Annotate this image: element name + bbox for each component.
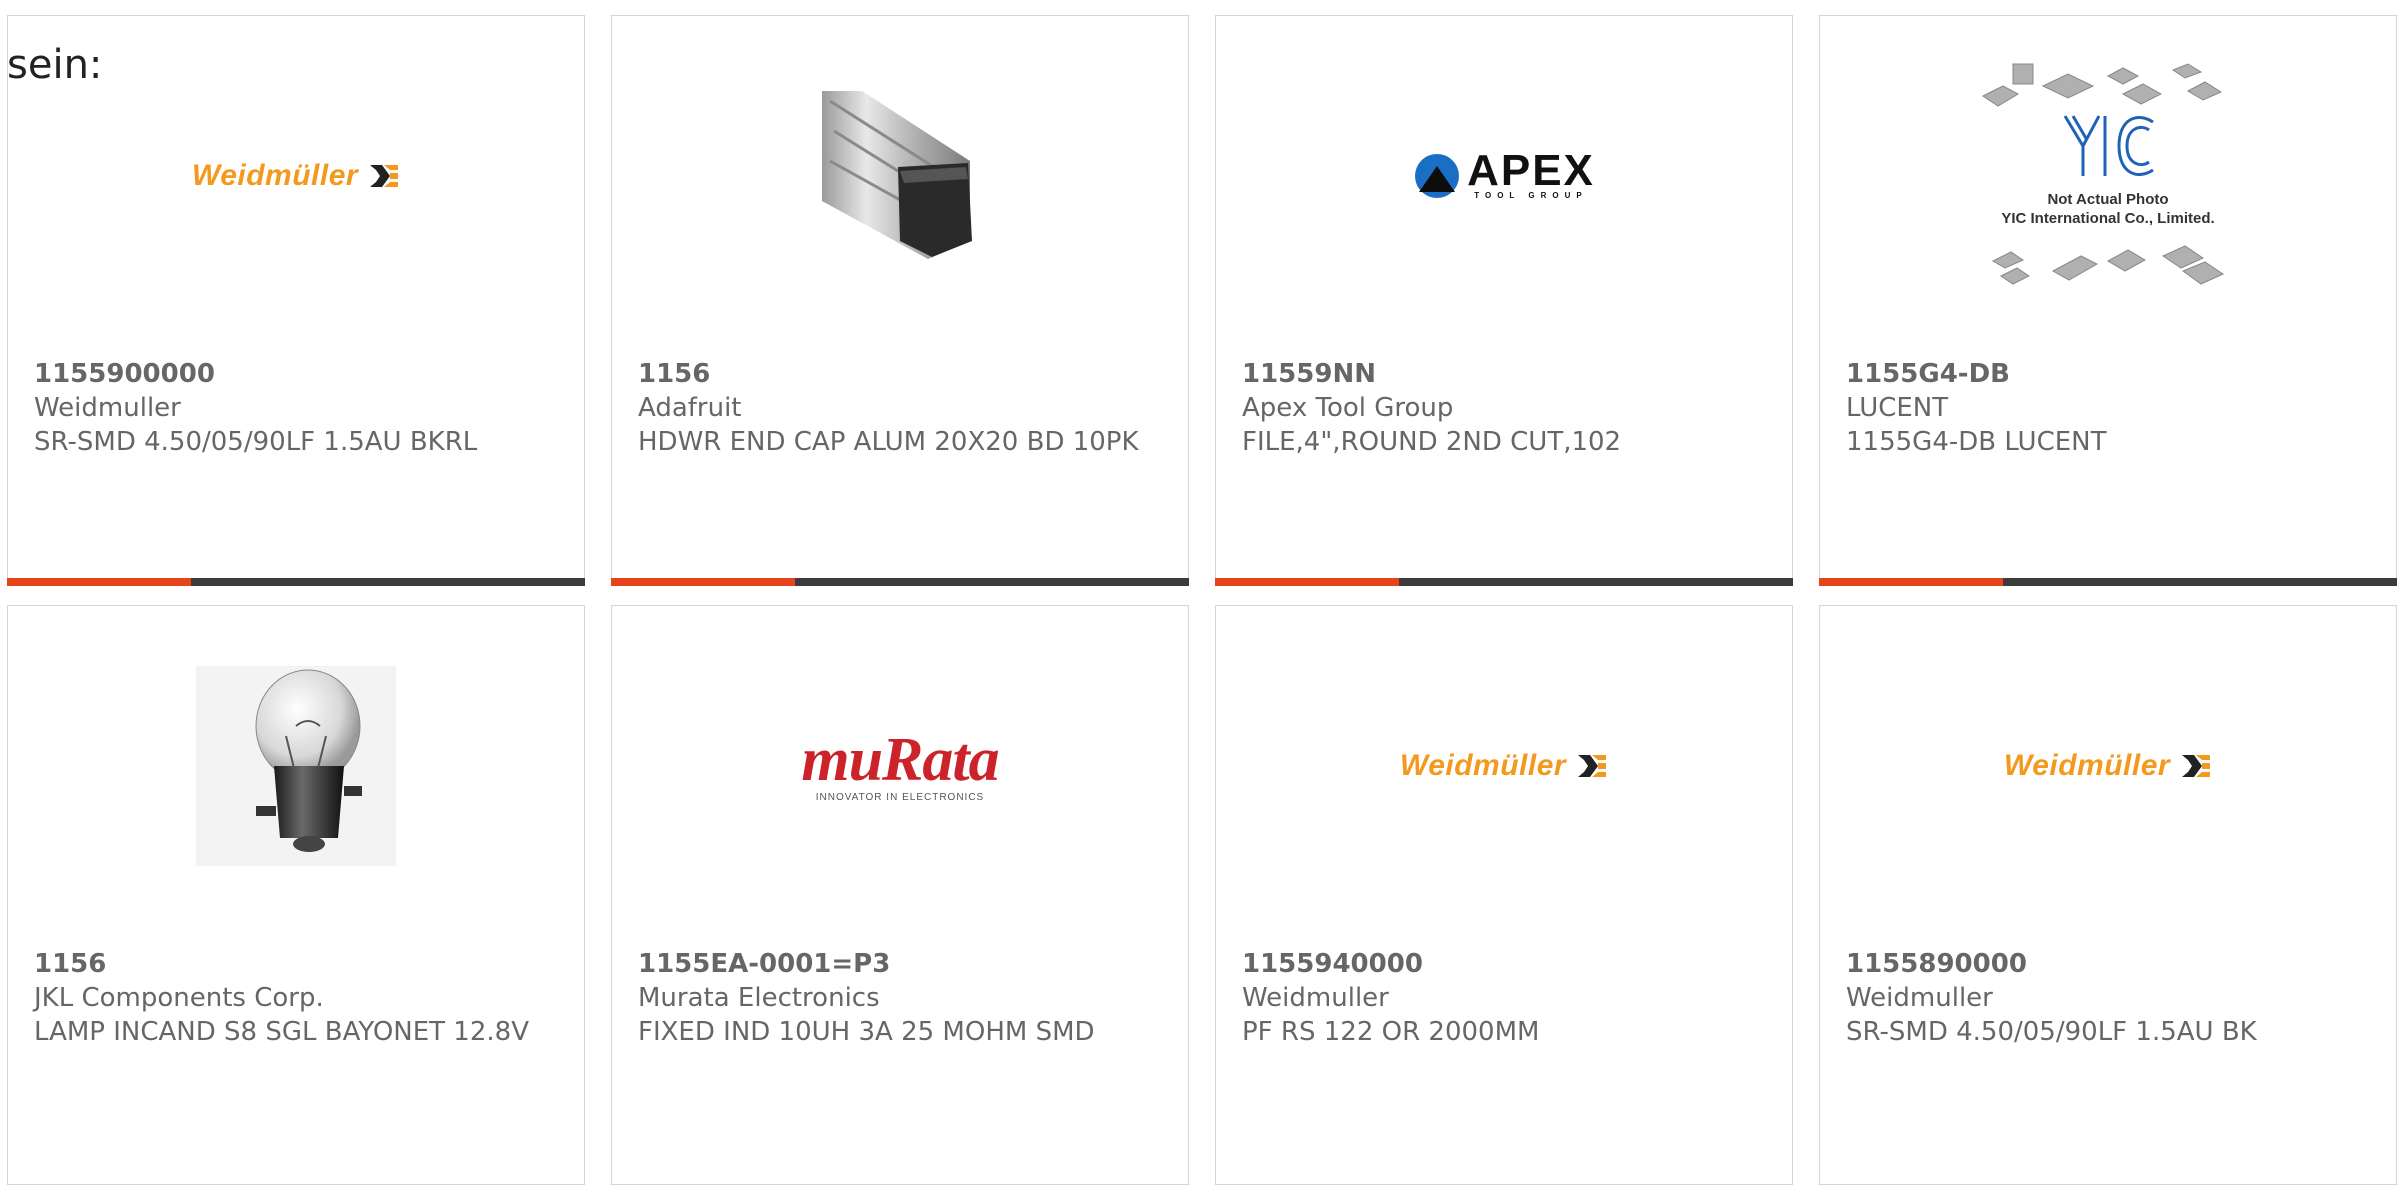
logo-subtext: INNOVATOR IN ELECTRONICS bbox=[815, 791, 985, 803]
product-description: SR-SMD 4.50/05/90LF 1.5AU BKRL bbox=[34, 427, 478, 457]
weidmuller-mark-icon bbox=[370, 165, 399, 187]
part-number-link[interactable]: 1155940000 bbox=[1242, 947, 1762, 981]
caption-line-2: YIC International Co., Limited. bbox=[2001, 210, 2215, 227]
product-description: FIXED IND 10UH 3A 25 MOHM SMD bbox=[638, 1017, 1095, 1047]
card-bar bbox=[7, 578, 585, 586]
card-bar bbox=[1215, 578, 1793, 586]
manufacturer-name: Weidmuller bbox=[1846, 983, 1993, 1013]
caption-line-1: Not Actual Photo bbox=[2047, 191, 2169, 208]
card-bar-accent bbox=[7, 578, 191, 586]
product-image[interactable] bbox=[612, 71, 1188, 281]
logo-text: Weidmüller bbox=[191, 159, 359, 192]
logo-text: APEX bbox=[1467, 146, 1595, 195]
part-number-link[interactable]: 1155EA-0001=P3 bbox=[638, 947, 1158, 981]
product-description: HDWR END CAP ALUM 20X20 BD 10PK bbox=[638, 427, 1139, 457]
product-image[interactable] bbox=[8, 661, 584, 871]
product-card[interactable]: Weidmüller 1155900000 Weidmuller SR-SMD … bbox=[7, 15, 585, 586]
product-card[interactable]: 1156 JKL Components Corp. LAMP INCAND S8… bbox=[7, 605, 585, 1185]
card-bar-accent bbox=[1819, 578, 2003, 586]
weidmuller-logo: Weidmüller bbox=[1400, 749, 1608, 783]
card-bar bbox=[1819, 578, 2397, 586]
product-description: SR-SMD 4.50/05/90LF 1.5AU BK bbox=[1846, 1017, 2257, 1047]
manufacturer-name: Weidmuller bbox=[1242, 983, 1389, 1013]
yic-placeholder-image: Not Actual Photo YIC International Co., … bbox=[1973, 56, 2243, 296]
logo-text: Weidmüller bbox=[1399, 749, 1567, 782]
weidmuller-logo: Weidmüller bbox=[2004, 749, 2212, 783]
part-number-link[interactable]: 1155900000 bbox=[34, 357, 554, 391]
murata-logo: muRata INNOVATOR IN ELECTRONICS bbox=[801, 725, 999, 803]
manufacturer-name: JKL Components Corp. bbox=[34, 983, 324, 1013]
product-grid: Weidmüller 1155900000 Weidmuller SR-SMD … bbox=[0, 0, 2400, 1185]
card-bar bbox=[611, 578, 1189, 586]
product-card[interactable]: muRata INNOVATOR IN ELECTRONICS 1155EA-0… bbox=[611, 605, 1189, 1185]
weidmuller-logo: Weidmüller bbox=[192, 159, 400, 193]
logo-text: Weidmüller bbox=[2003, 749, 2171, 782]
weidmuller-mark-icon bbox=[2182, 755, 2211, 777]
product-image[interactable]: Weidmüller bbox=[1820, 661, 2396, 871]
manufacturer-name: LUCENT bbox=[1846, 393, 1949, 423]
product-card[interactable]: Not Actual Photo YIC International Co., … bbox=[1819, 15, 2397, 586]
apex-mountain-icon bbox=[1415, 154, 1460, 198]
manufacturer-name: Weidmuller bbox=[34, 393, 181, 423]
chip-packages-icon bbox=[1982, 63, 2225, 285]
incandescent-lamp-photo bbox=[196, 666, 396, 866]
product-description: FILE,4",ROUND 2ND CUT,102 bbox=[1242, 427, 1622, 457]
apex-tool-group-logo: APEX TOOL GROUP bbox=[1413, 146, 1595, 201]
product-info: 1155EA-0001=P3 Murata Electronics FIXED … bbox=[638, 947, 1158, 1049]
product-card[interactable]: Weidmüller 1155890000 Weidmuller SR-SMD … bbox=[1819, 605, 2397, 1185]
product-image[interactable]: Weidmüller bbox=[8, 71, 584, 281]
logo-text: muRata bbox=[801, 725, 999, 794]
product-description: PF RS 122 OR 2000MM bbox=[1242, 1017, 1540, 1047]
product-image[interactable]: Not Actual Photo YIC International Co., … bbox=[1820, 63, 2396, 285]
aluminum-end-cap-photo bbox=[822, 91, 972, 259]
product-info: 1156 JKL Components Corp. LAMP INCAND S8… bbox=[34, 947, 554, 1049]
prefix-text: sein: bbox=[7, 42, 103, 88]
weidmuller-mark-icon bbox=[1578, 755, 1607, 777]
product-image[interactable]: Weidmüller bbox=[1216, 661, 1792, 871]
logo-subtext: TOOL GROUP bbox=[1474, 191, 1588, 200]
part-number-link[interactable]: 1156 bbox=[34, 947, 554, 981]
image-caption: Not Actual Photo YIC International Co., … bbox=[1973, 190, 2243, 228]
card-bar-accent bbox=[611, 578, 795, 586]
product-description: LAMP INCAND S8 SGL BAYONET 12.8V bbox=[34, 1017, 529, 1047]
part-number-link[interactable]: 1155890000 bbox=[1846, 947, 2366, 981]
product-info: 1155890000 Weidmuller SR-SMD 4.50/05/90L… bbox=[1846, 947, 2366, 1049]
product-card[interactable]: APEX TOOL GROUP 11559NN Apex Tool Group … bbox=[1215, 15, 1793, 586]
part-number-link[interactable]: 1156 bbox=[638, 357, 1158, 391]
product-image[interactable]: muRata INNOVATOR IN ELECTRONICS bbox=[612, 661, 1188, 871]
product-info: 1155940000 Weidmuller PF RS 122 OR 2000M… bbox=[1242, 947, 1762, 1049]
card-bar-accent bbox=[1215, 578, 1399, 586]
product-image[interactable]: APEX TOOL GROUP bbox=[1216, 71, 1792, 281]
product-card[interactable]: Weidmüller 1155940000 Weidmuller PF RS 1… bbox=[1215, 605, 1793, 1185]
part-number-link[interactable]: 1155G4-DB bbox=[1846, 357, 2366, 391]
manufacturer-name: Adafruit bbox=[638, 393, 742, 423]
product-info: 1156 Adafruit HDWR END CAP ALUM 20X20 BD… bbox=[638, 357, 1158, 459]
part-number-link[interactable]: 11559NN bbox=[1242, 357, 1762, 391]
product-description: 1155G4-DB LUCENT bbox=[1846, 427, 2107, 457]
manufacturer-name: Apex Tool Group bbox=[1242, 393, 1454, 423]
product-info: 1155900000 Weidmuller SR-SMD 4.50/05/90L… bbox=[34, 357, 554, 459]
product-card[interactable]: 1156 Adafruit HDWR END CAP ALUM 20X20 BD… bbox=[611, 15, 1189, 586]
manufacturer-name: Murata Electronics bbox=[638, 983, 880, 1013]
product-info: 11559NN Apex Tool Group FILE,4",ROUND 2N… bbox=[1242, 357, 1762, 459]
product-info: 1155G4-DB LUCENT 1155G4-DB LUCENT bbox=[1846, 357, 2366, 459]
